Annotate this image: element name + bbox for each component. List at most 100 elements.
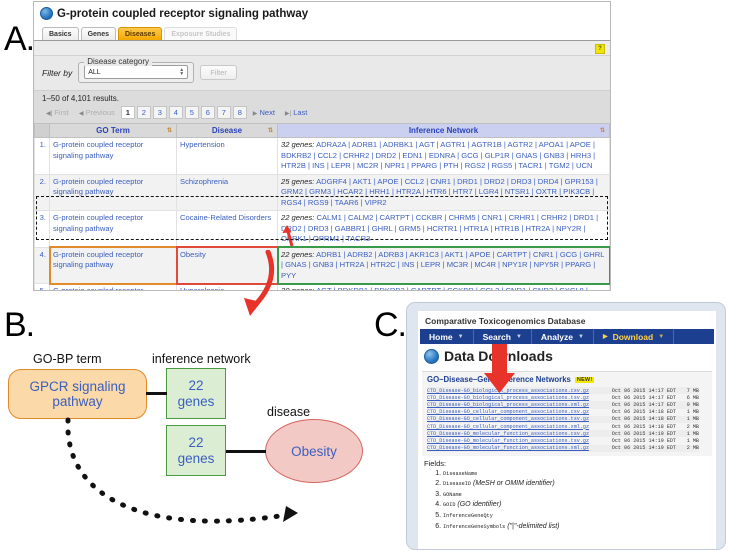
file-name[interactable]: CTD_Disease-GO_biological_process_associ…	[427, 387, 612, 395]
gene-list[interactable]: CALM1 | CALM2 | CARTPT | CCKBR | CHRM5 |…	[281, 213, 598, 243]
file-link[interactable]: CTD_Disease-GO_cellular_component_associ…	[427, 409, 589, 415]
pager-next[interactable]: ▶ Next	[249, 106, 279, 119]
table-row-highlighted[interactable]: 4. G-protein coupled receptor signaling …	[34, 246, 610, 285]
tab-genes[interactable]: Genes	[80, 27, 116, 40]
genes-top-count: 22	[188, 377, 204, 393]
pager-last[interactable]: ▶| Last	[281, 106, 311, 119]
pager-previous[interactable]: ◀ Previous	[75, 106, 119, 119]
file-link[interactable]: CTD_Disease-GO_biological_process_associ…	[427, 388, 589, 394]
row-disease[interactable]: Hypertension	[176, 137, 278, 175]
row-index: 3.	[34, 210, 50, 248]
column-inference-network[interactable]: Inference Network ⇅	[277, 123, 610, 138]
file-row[interactable]: CTD_Disease-GO_biological_process_associ…	[427, 387, 699, 395]
row-disease[interactable]: Schizophrenia	[176, 173, 278, 211]
file-name[interactable]: CTD_Disease-GO_molecular_function_associ…	[427, 444, 612, 452]
gene-list[interactable]: ADRB1 | ADRB2 | ADRB3 | AKR1C3 | AKT1 | …	[281, 250, 604, 280]
table-row[interactable]: 1. G-protein coupled receptor signaling …	[34, 137, 610, 175]
pager-first[interactable]: ◀| First	[42, 106, 73, 119]
row-go-term[interactable]: G-protein coupled receptor signaling pat…	[48, 246, 178, 285]
file-row[interactable]: CTD_Disease-GO_cellular_component_associ…	[427, 423, 699, 430]
file-name[interactable]: CTD_Disease-GO_cellular_component_associ…	[427, 409, 612, 416]
fields-heading: Fields:	[424, 458, 447, 468]
file-link[interactable]: CTD_Disease-GO_molecular_function_associ…	[427, 438, 589, 444]
file-name[interactable]: CTD_Disease-GO_cellular_component_associ…	[427, 423, 612, 430]
row-index: 2.	[34, 173, 50, 211]
ctd-main-nav: Home ▼ Search ▼ Analyze ▼ ▶ Download ▼	[420, 329, 714, 344]
file-row[interactable]: CTD_Disease-GO_cellular_component_associ…	[427, 409, 699, 416]
chevron-down-icon: ▼	[457, 333, 464, 340]
file-link[interactable]: CTD_Disease-GO_cellular_component_associ…	[427, 416, 589, 422]
help-icon[interactable]: ?	[595, 44, 605, 54]
label-disease: disease	[267, 405, 311, 419]
gene-list[interactable]: ADRA2A | ADRB1 | ADRBK1 | AGT | AGTR1 | …	[281, 140, 595, 170]
nav-home[interactable]: Home ▼	[420, 329, 474, 344]
genes-bottom-word: genes	[177, 450, 215, 466]
row-index: 1.	[34, 137, 50, 175]
file-link[interactable]: CTD_Disease-GO_molecular_function_associ…	[427, 445, 589, 451]
row-disease[interactable]: Cocaine-Related Disorders	[176, 210, 278, 248]
gene-count: 22 genes:	[281, 249, 315, 259]
pager-page-4[interactable]: 4	[168, 106, 183, 119]
row-go-term[interactable]: G-protein coupled receptor signaling pat…	[49, 210, 177, 248]
file-name[interactable]: CTD_Disease-GO_biological_process_associ…	[427, 394, 612, 401]
file-name[interactable]: CTD_Disease-GO_molecular_function_associ…	[427, 437, 612, 444]
pager-page-8[interactable]: 8	[232, 106, 247, 119]
node-obesity: Obesity	[265, 419, 363, 483]
tab-diseases[interactable]: Diseases	[117, 27, 163, 40]
row-go-term[interactable]: G-protein coupled receptor signaling pat…	[49, 283, 177, 290]
file-size: 6 MB	[686, 394, 699, 401]
file-row[interactable]: CTD_Disease-GO_molecular_function_associ…	[427, 444, 699, 452]
column-disease[interactable]: Disease ⇅	[176, 123, 278, 138]
nav-search[interactable]: Search ▼	[474, 329, 532, 344]
field-item: InferenceGeneSymbols ("|"-delimited list…	[443, 522, 716, 533]
file-link[interactable]: CTD_Disease-GO_biological_process_associ…	[427, 395, 589, 401]
pager-page-5[interactable]: 5	[184, 106, 199, 119]
node-genes-top: 22 genes	[166, 368, 226, 419]
filter-button[interactable]: Filter	[200, 65, 237, 80]
row-disease[interactable]: Obesity	[175, 246, 279, 285]
pager-page-3[interactable]: 3	[152, 106, 167, 119]
disease-category-select[interactable]: ALL ▲ ▼	[84, 65, 189, 79]
file-date: Oct 06 2015 14:18 EDT	[611, 423, 676, 430]
nav-analyze[interactable]: Analyze ▼	[532, 329, 594, 344]
field-name: InferenceGeneSymbols	[443, 523, 506, 530]
ctd-brand-title: Comparative Toxicogenomics Database	[425, 316, 586, 326]
nav-download[interactable]: ▶ Download ▼	[594, 329, 675, 344]
file-row[interactable]: CTD_Disease-GO_biological_process_associ…	[427, 401, 699, 409]
column-go-term[interactable]: GO Term ⇅	[49, 123, 177, 138]
file-name[interactable]: CTD_Disease-GO_molecular_function_associ…	[427, 430, 612, 438]
nav-home-label: Home	[429, 331, 453, 342]
file-link[interactable]: CTD_Disease-GO_biological_process_associ…	[427, 402, 589, 408]
file-link[interactable]: CTD_Disease-GO_molecular_function_associ…	[427, 431, 589, 437]
gene-list[interactable]: AGT | BDKRB1 | BDKRB2 | CARTPT | CCKBR |…	[281, 286, 599, 290]
pager-page-7[interactable]: 7	[216, 106, 231, 119]
panel-a-body: ? Filter by Disease category ALL ▲ ▼ Filt…	[34, 41, 610, 290]
tab-exposure-studies[interactable]: Exposure Studies	[164, 27, 238, 40]
column-index	[34, 123, 50, 138]
page-title: G-protein coupled receptor signaling pat…	[34, 2, 610, 22]
file-row[interactable]: CTD_Disease-GO_cellular_component_associ…	[427, 415, 699, 423]
file-name[interactable]: CTD_Disease-GO_cellular_component_associ…	[427, 415, 612, 423]
pager-page-1[interactable]: 1	[120, 106, 135, 119]
pager-page-6[interactable]: 6	[200, 106, 215, 119]
disease-category-value: ALL	[88, 68, 101, 76]
gene-list[interactable]: ADGRF4 | AKT1 | APOE | CCL2 | CNR1 | DRD…	[281, 177, 598, 207]
file-link[interactable]: CTD_Disease-GO_cellular_component_associ…	[427, 424, 589, 430]
pager-page-2[interactable]: 2	[136, 106, 151, 119]
globe-icon	[424, 348, 439, 364]
file-name[interactable]: CTD_Disease-GO_biological_process_associ…	[427, 401, 612, 409]
row-go-term[interactable]: G-protein coupled receptor signaling pat…	[49, 173, 177, 211]
file-row[interactable]: CTD_Disease-GO_molecular_function_associ…	[427, 437, 699, 444]
row-index: 4.	[34, 246, 50, 284]
table-row[interactable]: 2. G-protein coupled receptor signaling …	[34, 173, 610, 211]
file-row[interactable]: CTD_Disease-GO_molecular_function_associ…	[427, 430, 699, 438]
row-go-term[interactable]: G-protein coupled receptor signaling pat…	[49, 137, 177, 175]
file-row[interactable]: CTD_Disease-GO_biological_process_associ…	[427, 394, 699, 401]
table-row[interactable]: 3. G-protein coupled receptor signaling …	[34, 210, 610, 248]
file-size: 7 MB	[685, 387, 699, 395]
previous-icon: ◀	[78, 111, 84, 117]
row-disease[interactable]: Hyperalgesia	[176, 283, 278, 290]
field-name: InferenceGeneQty	[443, 513, 493, 520]
tab-basics[interactable]: Basics	[42, 27, 79, 40]
table-row[interactable]: 5. G-protein coupled receptor signaling …	[34, 283, 610, 290]
